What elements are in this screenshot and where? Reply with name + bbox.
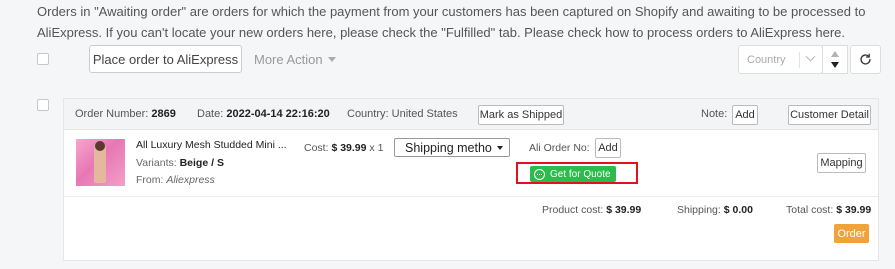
product-source: From: Aliexpress — [136, 174, 215, 186]
more-action-label: More Action — [254, 52, 323, 67]
order-button[interactable]: Order — [834, 224, 869, 243]
summary-product-cost: Product cost: $ 39.99 — [542, 204, 642, 216]
select-all-checkbox[interactable] — [37, 53, 49, 65]
customer-detail-button[interactable]: Customer Detail — [788, 105, 871, 125]
product-title[interactable]: All Luxury Mesh Studded Mini ... — [136, 139, 287, 151]
get-for-quote-button[interactable]: Get for Quote — [530, 166, 616, 182]
refresh-icon — [860, 53, 871, 65]
order-date: Date: 2022-04-14 22:16:20 — [197, 108, 330, 120]
product-image[interactable] — [76, 139, 125, 186]
country-select[interactable]: Country — [738, 45, 823, 74]
place-order-button[interactable]: Place order to AliExpress — [89, 45, 242, 73]
order-card: Order Number: 2869 Date: 2022-04-14 22:1… — [63, 98, 879, 261]
product-variants: Variants: Beige / S — [136, 157, 224, 169]
chat-icon — [534, 168, 545, 180]
get-for-quote-label: Get for Quote — [550, 168, 611, 180]
product-cost: Cost: $ 39.99 x 1 — [304, 142, 384, 154]
sort-up-icon — [831, 51, 839, 57]
summary-total: Total cost: $ 39.99 — [786, 204, 872, 216]
chevron-down-icon — [805, 51, 816, 62]
ali-order-add-button[interactable]: Add — [595, 138, 621, 158]
product-model-figure — [94, 141, 106, 183]
mark-shipped-button[interactable]: Mark as Shipped — [478, 105, 564, 125]
select-separator — [799, 52, 800, 68]
summary-shipping: Shipping: $ 0.00 — [677, 204, 753, 216]
notice-text: Orders in "Awaiting order" are orders fo… — [37, 4, 866, 40]
sort-down-icon — [831, 62, 839, 68]
refresh-button[interactable] — [850, 45, 881, 74]
order-number: Order Number: 2869 — [75, 108, 176, 120]
ali-order-label: Ali Order No: — [529, 142, 590, 154]
shipping-method-value: Shipping metho — [405, 140, 492, 155]
sort-toggle[interactable] — [822, 45, 848, 74]
order-checkbox[interactable] — [37, 99, 49, 111]
mapping-button[interactable]: Mapping — [817, 153, 866, 173]
order-country: Country: United States — [347, 108, 458, 120]
order-header: Order Number: 2869 Date: 2022-04-14 22:1… — [64, 99, 878, 130]
card-divider — [64, 196, 878, 197]
note-add-button[interactable]: Add — [732, 105, 758, 125]
more-action-dropdown[interactable]: More Action — [254, 52, 336, 67]
shipping-method-select[interactable]: Shipping metho — [394, 138, 510, 157]
country-placeholder: Country — [747, 53, 786, 66]
caret-down-icon — [497, 146, 503, 150]
note-label: Note: — [701, 108, 728, 120]
caret-down-icon — [327, 57, 336, 62]
